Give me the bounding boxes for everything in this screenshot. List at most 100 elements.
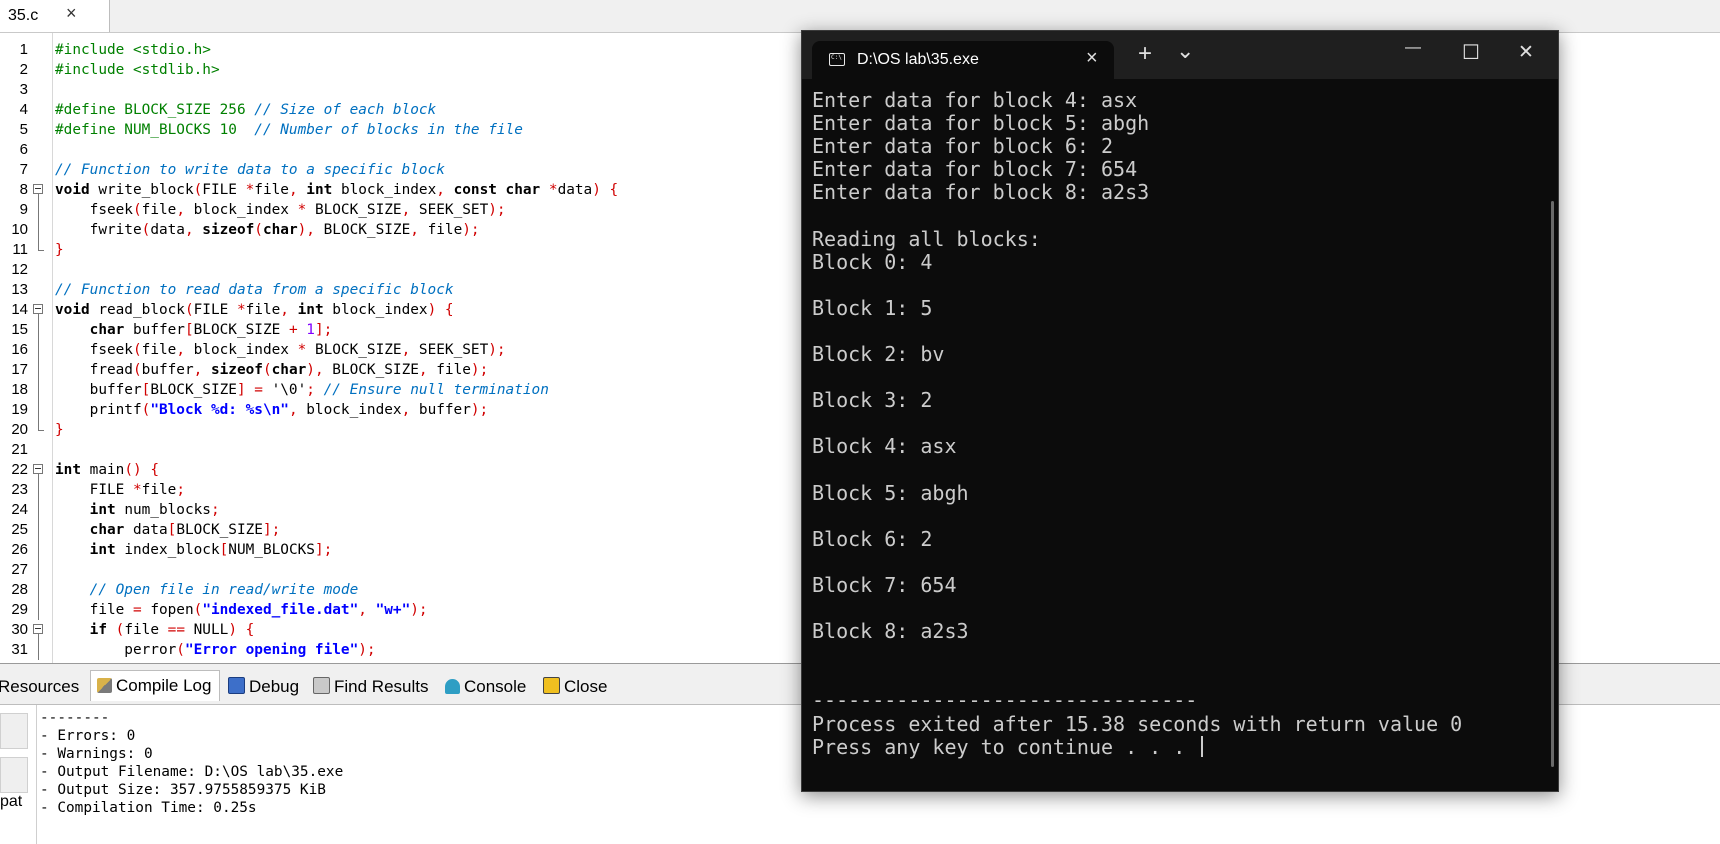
new-tab-icon[interactable]: + xyxy=(1138,40,1152,68)
terminal-line: Block 7: 654 xyxy=(812,572,957,597)
file-tab-35c[interactable]: 35.c × xyxy=(0,0,110,32)
tab-console[interactable]: Console xyxy=(445,672,526,702)
line-number: 28 xyxy=(11,581,28,598)
fold-toggle-icon[interactable] xyxy=(33,184,43,194)
code-token: const char xyxy=(453,182,541,198)
code-token: * xyxy=(245,182,255,198)
code-token: ); xyxy=(462,222,480,238)
code-token: char xyxy=(89,522,125,538)
minimize-icon[interactable]: — xyxy=(1405,39,1421,57)
code-token: ( xyxy=(193,602,203,618)
code-token: SEEK_SET xyxy=(418,342,489,358)
code-token: perror xyxy=(55,642,177,658)
tab-resources[interactable]: Resources xyxy=(0,672,79,702)
terminal-line: Block 1: 5 xyxy=(812,295,933,320)
code-token: main xyxy=(81,462,125,478)
side-button-top[interactable] xyxy=(0,713,28,749)
terminal-line: Enter data for block 4: asx xyxy=(812,88,1138,112)
fold-toggle-icon[interactable] xyxy=(33,304,43,314)
fold-toggle-icon[interactable] xyxy=(33,464,43,474)
code-token: block_index xyxy=(323,302,428,318)
terminal-line: Block 8: a2s3 xyxy=(812,619,969,644)
line-number: 31 xyxy=(11,641,28,658)
tab-find-results[interactable]: Find Results xyxy=(313,672,428,702)
code-token: BLOCK_SIZE xyxy=(176,522,263,538)
code-token: file xyxy=(141,482,177,498)
tab-compile-log[interactable]: Compile Log xyxy=(90,670,221,701)
terminal-line: Block 2: bv xyxy=(812,342,945,367)
tab-close[interactable]: Close xyxy=(543,672,607,702)
code-token: * xyxy=(236,302,246,318)
terminal-line: Reading all blocks: xyxy=(812,226,1041,251)
code-token: fread xyxy=(55,362,133,378)
line-number: 30 xyxy=(11,621,28,638)
code-token: // Number of blocks in the file xyxy=(254,122,523,138)
terminal-window[interactable]: D:\OS lab\35.exe × + ⌄ — ☐ ✕ Enter data … xyxy=(801,30,1559,792)
code-text: if (file == NULL) { xyxy=(55,620,255,640)
terminal-line: Block 3: 2 xyxy=(812,388,933,413)
code-token: fwrite xyxy=(55,222,142,238)
fold-guide xyxy=(38,600,39,620)
side-button-bottom[interactable] xyxy=(0,757,28,793)
code-token: ( xyxy=(141,222,151,238)
code-token: , xyxy=(184,222,203,238)
code-text: int main() { xyxy=(55,460,159,480)
code-token: #include <stdlib.h> xyxy=(55,62,220,78)
code-token: ); xyxy=(470,402,489,418)
log-line: - Errors: 0 xyxy=(40,728,136,744)
terminal-line: Block 4: asx xyxy=(812,434,957,459)
code-token: '\0' xyxy=(271,382,307,398)
code-text: FILE *file; xyxy=(55,480,185,500)
line-number: 24 xyxy=(11,501,28,518)
fold-guide xyxy=(38,560,39,580)
code-token: ), xyxy=(306,362,333,378)
fold-guide xyxy=(38,200,39,220)
terminal-line: -------------------------------- xyxy=(812,688,1198,713)
fold-toggle-icon[interactable] xyxy=(33,624,43,634)
code-token: buffer xyxy=(124,322,185,338)
tab-console-label: Console xyxy=(464,677,527,696)
code-token: ]; xyxy=(262,522,281,538)
code-text: char buffer[BLOCK_SIZE + 1]; xyxy=(55,320,333,340)
fold-guide xyxy=(38,320,39,340)
code-token: file xyxy=(427,222,463,238)
code-token: ; xyxy=(176,482,185,498)
terminal-line: Enter data for block 5: abgh xyxy=(812,111,1150,136)
code-text: // Function to read data from a specific… xyxy=(55,280,454,300)
terminal-line: Process exited after 15.38 seconds with … xyxy=(812,711,1463,736)
code-text: buffer[BLOCK_SIZE] = '\0'; // Ensure nul… xyxy=(55,380,549,400)
chevron-down-icon[interactable]: ⌄ xyxy=(1176,38,1194,64)
tab-close-icon[interactable]: × xyxy=(1086,47,1098,70)
terminal-scrollbar[interactable] xyxy=(1551,201,1554,767)
code-text: printf("Block %d: %s\n", block_index, bu… xyxy=(55,400,489,420)
code-token: ); xyxy=(410,602,428,618)
fold-end-mark xyxy=(38,430,44,431)
code-token: file xyxy=(55,602,133,618)
code-token: fseek xyxy=(55,342,133,358)
terminal-line: Enter data for block 8: a2s3 xyxy=(812,180,1150,205)
maximize-icon[interactable]: ☐ xyxy=(1462,40,1480,65)
code-token: } xyxy=(55,422,64,438)
code-token: index_block xyxy=(115,542,220,558)
code-token: ]; xyxy=(314,542,333,558)
code-token: data xyxy=(150,222,185,238)
code-token: void xyxy=(55,302,90,318)
fold-end-mark xyxy=(38,250,44,251)
line-number: 2 xyxy=(19,61,28,78)
code-token: SEEK_SET xyxy=(418,202,489,218)
tab-debug[interactable]: Debug xyxy=(228,672,299,702)
line-number: 3 xyxy=(19,81,28,98)
code-token: write_block xyxy=(89,182,194,198)
close-icon[interactable]: ✕ xyxy=(1518,41,1534,64)
tab-compile-log-label: Compile Log xyxy=(116,676,212,695)
code-token: buffer xyxy=(55,382,142,398)
terminal-tab[interactable]: D:\OS lab\35.exe × xyxy=(812,41,1114,79)
close-icon[interactable]: × xyxy=(66,3,77,24)
code-token: , xyxy=(288,182,307,198)
code-token: ), xyxy=(297,222,324,238)
